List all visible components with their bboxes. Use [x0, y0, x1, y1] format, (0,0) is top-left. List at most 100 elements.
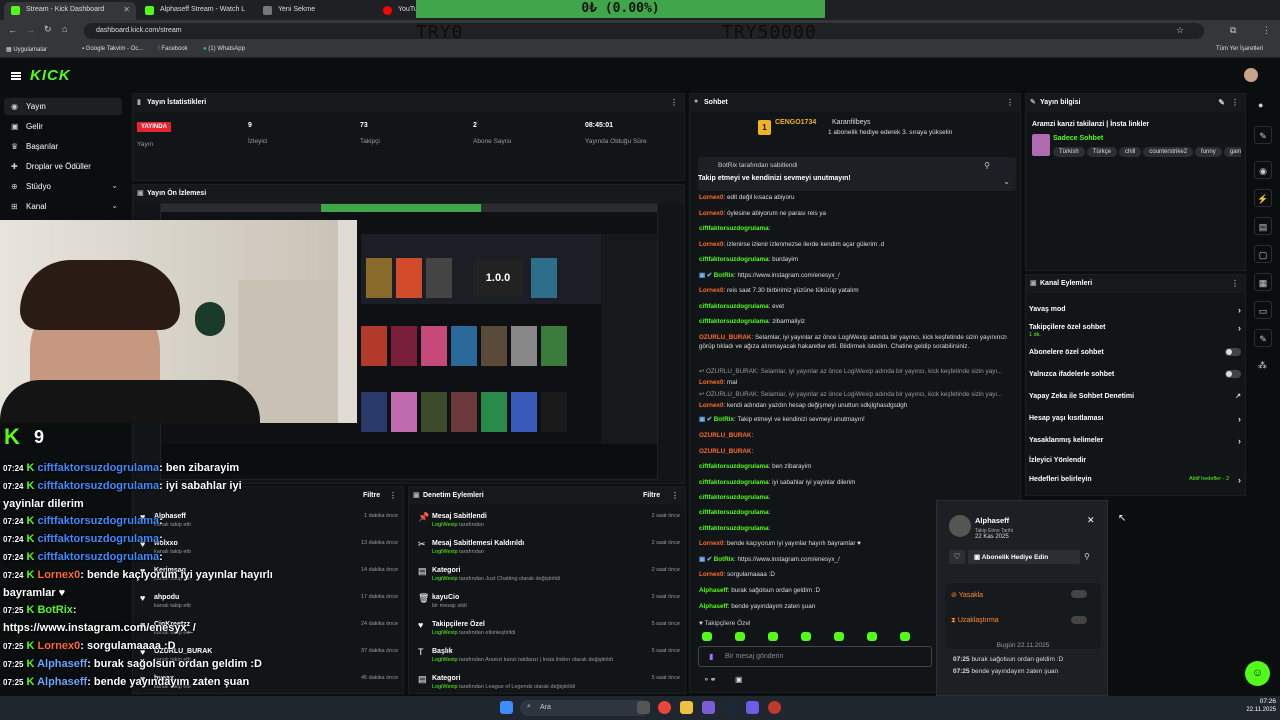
clock-date[interactable]: 22.11.2025 [1236, 707, 1276, 713]
chat-message[interactable]: ciftfaktorsuzdogrulama: zibarmaliyiz [699, 317, 1019, 326]
tab-kick-dashboard[interactable]: Stream - Kick Dashboard ✕ [4, 2, 136, 20]
channel-action-item[interactable]: Yapay Zeka ile Sohbet Denetimi ↗ [1029, 393, 1241, 400]
help-chat-button[interactable]: ☺ [1245, 661, 1270, 686]
sidebar-item-studyo[interactable]: ⊕ Stüdyo ⌄ [4, 178, 122, 195]
apps-icon[interactable]: ⁂ [1258, 360, 1267, 371]
file-explorer-icon[interactable] [680, 701, 693, 714]
chat-message[interactable]: ciftfaktorsuzdogrulama: evet [699, 302, 1019, 311]
list-item[interactable]: ♥ Takipçilere Özel LogiWexip tarafından et… [410, 618, 686, 644]
hamburger-menu-icon[interactable] [11, 72, 21, 80]
tag[interactable]: gam [1223, 147, 1241, 157]
timeout-action[interactable]: ⧗ Uzaklaştırma [951, 617, 999, 625]
channel-action-item[interactable]: Hesap yaşı kısıtlaması › [1029, 414, 1241, 424]
taskbar-search[interactable]: ⌕ Ara [520, 700, 650, 716]
emote-icon[interactable] [801, 632, 811, 641]
bookmark-whatsapp[interactable]: ● (1) WhatsApp [203, 46, 245, 52]
chat-message[interactable]: ↩ OZURLU_BURAK: Selamlar, iyi yayınlar a… [699, 390, 1019, 399]
emote-icon[interactable] [768, 632, 778, 641]
url-input[interactable]: dashboard.kick.com/stream [84, 23, 1204, 39]
chat-message[interactable]: Lornex0: öylesine abiyorum ne parası rei… [699, 209, 1019, 218]
list-item[interactable]: T Başlık LogiWexip tarafından Aramzi kanzi… [410, 645, 686, 671]
ban-action[interactable]: ⊘ Yasakla [951, 591, 983, 599]
clipboard-icon[interactable]: ▤ [1254, 217, 1272, 235]
bookmark-google-calendar[interactable]: ▪ Google Takvim - Oc... [82, 46, 143, 52]
avatar[interactable] [1244, 68, 1258, 82]
category-name[interactable]: Sadece Sohbet [1053, 135, 1103, 142]
clock-time[interactable]: 07:26 [1252, 698, 1276, 705]
steam-icon[interactable] [724, 701, 737, 714]
more-icon[interactable]: ⋮ [1231, 98, 1239, 107]
tag[interactable]: Türkish [1053, 147, 1085, 157]
channel-action-item[interactable]: İzleyici Yönlendir [1029, 457, 1241, 464]
gift-icon[interactable]: ▣ [735, 675, 743, 684]
toggle-switch[interactable] [1225, 370, 1241, 378]
chat-message[interactable]: OZURLU_BURAK: Selamlar, iyi yayınlar az … [699, 333, 1019, 351]
channel-action-item[interactable]: Takipçilere özel sohbet 1 dk. › [1029, 323, 1241, 338]
chat-input[interactable]: ▮ Bir mesaj gönderin [698, 646, 932, 667]
more-icon[interactable]: ⋮ [389, 491, 397, 500]
tab-alphaseff-stream[interactable]: Alphaseff Stream - Watch L [138, 2, 254, 20]
obs-icon[interactable] [768, 701, 781, 714]
list-item[interactable]: ▤ Kategori LogiWexip tarafından League of … [410, 672, 686, 698]
chat-message[interactable]: Lornex0: mal [699, 378, 1019, 387]
gift-sub-button[interactable]: ▣ Abonelik Hediye Edin [968, 550, 1080, 564]
channel-action-item[interactable]: Yalnızca ifadelerle sohbet [1029, 370, 1241, 378]
filter-button[interactable]: Filtre [643, 492, 660, 499]
more-icon[interactable]: ⋮ [671, 491, 679, 500]
filter-button[interactable]: Filtre [363, 492, 380, 499]
chat-message[interactable]: ciftfaktorsuzdogrulama: ben zibarayim [699, 462, 1019, 471]
extensions-icon[interactable]: ⧉ [1230, 25, 1236, 36]
task-view-icon[interactable] [637, 701, 650, 714]
emote-icon[interactable] [867, 632, 877, 641]
kick-logo[interactable]: KICK [30, 67, 71, 84]
menu-icon[interactable]: ⋮ [1262, 25, 1271, 36]
follow-heart-button[interactable]: ♡ [949, 550, 965, 564]
chrome-icon[interactable] [658, 701, 671, 714]
camera-icon[interactable]: ◉ [1254, 161, 1272, 179]
link-icon[interactable]: ⚲ [1084, 552, 1090, 561]
chat-message[interactable]: OZURLU_BURAK: [699, 431, 1019, 440]
chat-message[interactable]: ciftfaktorsuzdogrulama: [699, 224, 1019, 233]
grid-icon[interactable]: ▦ [1254, 273, 1272, 291]
chat-message[interactable]: Lornex0: reis saat 7.30 birbirimiz yüzün… [699, 286, 1019, 295]
discord-icon[interactable] [702, 701, 715, 714]
chat-message[interactable]: ↩ OZURLU_BURAK: Selamlar, iyi yayınlar a… [699, 367, 1019, 376]
chat-message[interactable]: ▣ ✔ BotRix: https://www.instagram.com/en… [699, 271, 1019, 280]
sidebar-item-gelir[interactable]: ▣ Gelir [4, 118, 122, 135]
bookmark-apps[interactable]: ▦ Uygulamalar [6, 46, 47, 53]
windows-start-icon[interactable] [500, 701, 513, 714]
chat-message[interactable]: Lornex0: kendi adından yazdın hesap deği… [699, 401, 1019, 410]
edit-icon[interactable]: ✎ [1254, 126, 1272, 144]
list-item[interactable]: 📌 Mesaj Sabitlendi LogiWexip tarafından 2 s… [410, 510, 686, 536]
chevron-down-icon[interactable]: ⌄ [1003, 177, 1010, 186]
tag[interactable]: Türkçe [1086, 147, 1118, 157]
sidebar-item-kanal[interactable]: ⊞ Kanal ⌄ [4, 198, 122, 215]
pinned-message[interactable]: BotRix tarafından sabitlendi Takip etmey… [698, 157, 1016, 191]
home-icon[interactable]: ⌂ [62, 24, 67, 34]
channel-action-item[interactable]: Abonelere özel sohbet [1029, 348, 1241, 356]
emote-icon[interactable] [702, 632, 712, 641]
emote-icon[interactable] [735, 632, 745, 641]
list-item[interactable]: ▤ Kategori LogiWexip tarafından Just Chatt… [410, 564, 686, 590]
pin-icon[interactable]: ⚲ [984, 161, 990, 170]
sidebar-item-droplar[interactable]: ✚ Droplar ve Ödüller [4, 158, 122, 175]
tag[interactable]: funny [1195, 147, 1222, 157]
toggle-switch[interactable] [1225, 348, 1241, 356]
bookmark-all[interactable]: Tüm Yer İşaretleri [1216, 46, 1263, 52]
bolt-icon[interactable]: ⚡ [1254, 189, 1272, 207]
close-icon[interactable]: ✕ [123, 5, 130, 14]
chat-message[interactable]: ciftfaktorsuzdogrulama: burdayim [699, 255, 1019, 264]
edit-icon[interactable]: ✎ [1218, 98, 1225, 107]
channel-action-item[interactable]: Hedefleri belirleyin Aktif hedefler - 2 › [1029, 475, 1241, 485]
emote-icon[interactable] [900, 632, 910, 641]
more-icon[interactable]: ⋮ [670, 98, 678, 107]
close-icon[interactable]: ✕ [1087, 515, 1095, 526]
more-icon[interactable]: ⋮ [1006, 98, 1014, 107]
chat-message[interactable]: ▣ ✔ BotRix: Takip etmeyi ve kendinizi se… [699, 415, 1019, 424]
tag[interactable]: chill [1119, 147, 1142, 157]
forward-icon[interactable]: → [26, 25, 35, 35]
sidebar-item-yayin[interactable]: ◉ Yayın [4, 98, 122, 115]
teams-icon[interactable] [746, 701, 759, 714]
sidebar-item-basarilar[interactable]: ♛ Başarılar [4, 138, 122, 155]
info-icon[interactable]: ● [1258, 100, 1263, 110]
